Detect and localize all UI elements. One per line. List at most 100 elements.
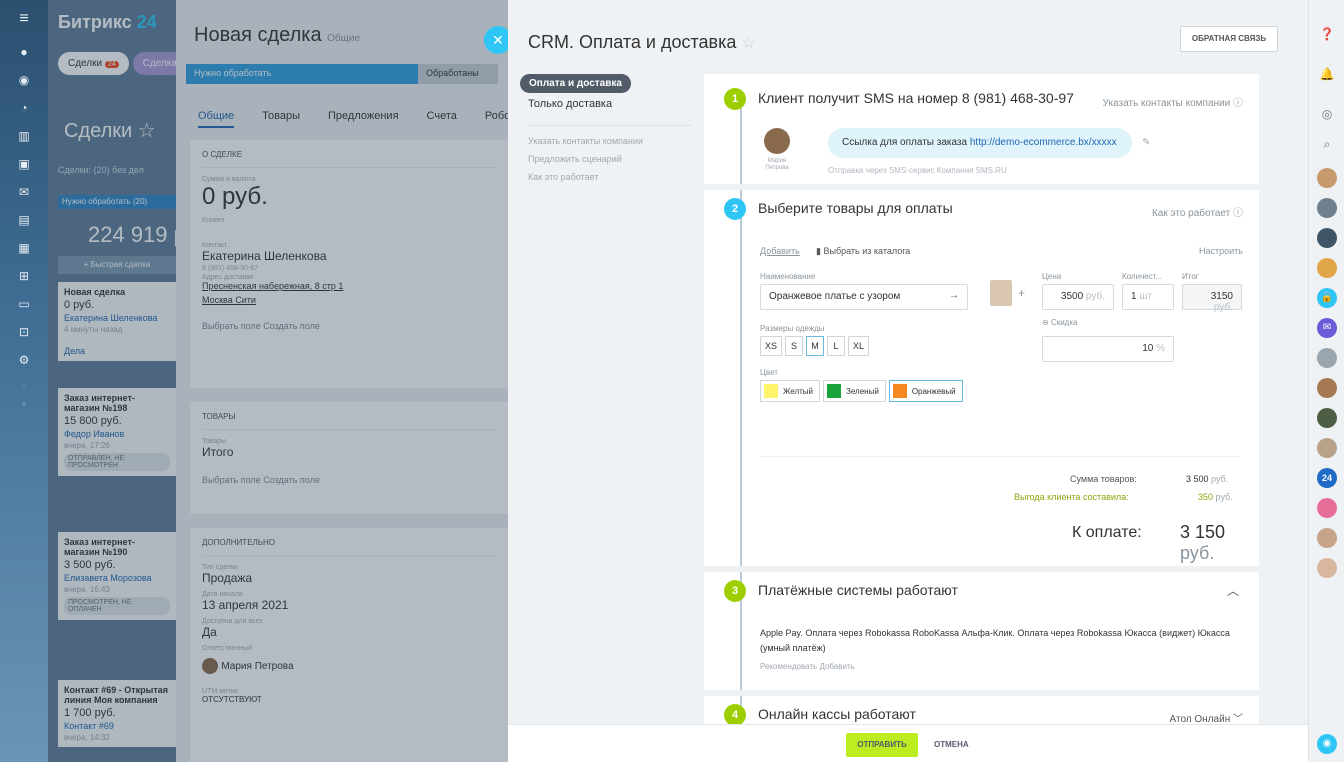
cancel-button[interactable]: ОТМЕНА <box>934 733 969 757</box>
settings-icon[interactable]: ◉ <box>0 66 48 94</box>
notifications-icon[interactable]: 🔔 <box>1317 64 1337 84</box>
quantity-field[interactable]: 1 шт <box>1122 284 1174 310</box>
kanban-filter[interactable]: Сделки: (20) без дел <box>58 165 144 175</box>
discount-toggle[interactable]: ⊖ Скидка <box>1042 318 1077 327</box>
avatar[interactable] <box>1317 378 1337 398</box>
star-icon[interactable]: ☆ <box>741 35 755 52</box>
help-icon[interactable]: ❓ <box>1317 24 1337 44</box>
feedback-button[interactable]: ОБРАТНАЯ СВЯЗЬ <box>1180 26 1278 52</box>
cart-icon[interactable]: ⊞ <box>0 262 48 290</box>
chat-icon[interactable]: ◎ <box>1317 104 1337 124</box>
product-name-field[interactable]: Оранжевое платье с узором → <box>760 284 968 310</box>
step-2-marker: 2 <box>724 198 746 220</box>
color-option-selected[interactable]: Оранжевый <box>888 380 963 402</box>
size-options: XS S M L XL <box>760 336 870 356</box>
pipeline-stage[interactable]: Нужно обработать <box>186 64 418 84</box>
kanban-card[interactable]: Заказ интернет-магазин №190 3 500 руб. Е… <box>58 532 176 620</box>
tab-deals[interactable]: Сделки 24 <box>58 52 129 75</box>
avatar[interactable] <box>1317 558 1337 578</box>
quick-add-button[interactable]: + Быстрая сделка <box>58 256 176 274</box>
how-it-works-link[interactable]: Как это работает ⓘ <box>1152 204 1243 219</box>
more-icon[interactable]: ⋮ <box>0 374 48 394</box>
benefit-value: 350 руб. <box>1198 492 1233 502</box>
sms-bubble: Ссылка для оплаты заказа http://demo-eco… <box>828 128 1132 158</box>
chart-icon[interactable]: ▥ <box>0 122 48 150</box>
size-option[interactable]: S <box>785 336 804 356</box>
settings-link[interactable]: Настроить <box>1199 246 1243 256</box>
avatar <box>764 128 790 154</box>
menu-item-how-it-works[interactable]: Как это работает <box>520 168 700 186</box>
sms-provider-note[interactable]: Отправка через SMS-сервис Компания SMS.R… <box>828 166 1007 175</box>
kanban-stage[interactable]: Нужно обработать (20) <box>58 195 176 209</box>
gear-icon[interactable]: ⚙ <box>0 346 48 374</box>
avatar[interactable] <box>1317 528 1337 548</box>
arrow-right-icon[interactable]: → <box>949 290 959 301</box>
tab-invoices[interactable]: Счета <box>427 110 457 128</box>
lock-icon[interactable]: 🔒 <box>1317 288 1337 308</box>
avatar[interactable] <box>1317 438 1337 458</box>
apps-icon[interactable]: ⊡ <box>0 318 48 346</box>
color-option[interactable]: Зеленый <box>823 380 886 402</box>
pencil-icon[interactable]: ✎ <box>1142 137 1150 148</box>
catalog-link[interactable]: ▮ Выбрать из каталога <box>816 246 910 257</box>
menu-item-company-contacts[interactable]: Указать контакты компании <box>520 132 700 150</box>
price-field[interactable]: 3500 руб. <box>1042 284 1114 310</box>
deal-about-block: О СДЕЛКЕ Сумма и валюта 0 руб. Клиент Ко… <box>190 140 508 388</box>
menu-icon[interactable]: ≡ <box>0 0 48 38</box>
field-links[interactable]: Выбрать поле Создать поле <box>202 321 496 331</box>
plus-icon[interactable]: + <box>0 394 48 414</box>
product-thumbnail[interactable] <box>990 280 1012 306</box>
timeline-line <box>740 102 742 724</box>
slider-menu: Оплата и доставка Только доставка Указат… <box>520 74 700 186</box>
pipeline-stage[interactable]: Обработаны <box>418 64 498 84</box>
discount-field[interactable]: 10 % <box>1042 336 1174 362</box>
deal-tabs: Общие Товары Предложения Счета Роботы <box>198 110 523 128</box>
size-option[interactable]: XL <box>848 336 870 356</box>
cashbox-select[interactable]: Атол Онлайн ﹀ <box>1170 710 1243 724</box>
calendar-icon[interactable]: ▣ <box>0 150 48 178</box>
tab-goods[interactable]: Товары <box>262 110 300 128</box>
tab-offers[interactable]: Предложения <box>328 110 399 128</box>
payment-link[interactable]: http://demo-ecommerce.bx/xxxxx <box>970 137 1117 148</box>
kanban-card[interactable]: Заказ интернет-магазин №198 15 800 руб. … <box>58 388 176 476</box>
clock-icon[interactable]: ◔ <box>0 94 48 122</box>
step-1-title: Клиент получит SMS на номер 8 (981) 468-… <box>758 90 1074 106</box>
message-icon[interactable]: ✉ <box>1317 318 1337 338</box>
open-chat-icon[interactable]: ◉ <box>1317 734 1337 754</box>
shop-icon[interactable]: ▦ <box>0 234 48 262</box>
kanban-card[interactable]: Контакт #69 - Открытая линия Моя компани… <box>58 680 176 747</box>
search-icon[interactable]: ⌕ <box>1317 134 1337 154</box>
add-product-link[interactable]: Добавить <box>760 246 800 256</box>
deals-counter-badge: 24 <box>104 61 119 68</box>
mail-icon[interactable]: ✉ <box>0 178 48 206</box>
chevron-up-icon[interactable]: ︿ <box>1227 582 1239 599</box>
avatar[interactable] <box>1317 198 1337 218</box>
bitrix24-icon[interactable]: 24 <box>1317 468 1337 488</box>
monitor-icon[interactable]: ▭ <box>0 290 48 318</box>
avatar[interactable] <box>1317 408 1337 428</box>
size-option-selected[interactable]: M <box>806 336 825 356</box>
company-contacts-link[interactable]: Указать контакты компании ⓘ <box>1103 94 1243 109</box>
payment-actions[interactable]: Рекомендовать Добавить <box>760 662 855 671</box>
avatar[interactable] <box>1317 258 1337 278</box>
to-pay-value: 3 150 руб. <box>1180 522 1226 563</box>
avatar-icon[interactable]: ● <box>0 38 48 66</box>
menu-item-delivery-only[interactable]: Только доставка <box>520 93 700 115</box>
briefcase-icon[interactable]: ▤ <box>0 206 48 234</box>
avatar[interactable] <box>1317 228 1337 248</box>
avatar[interactable] <box>1317 168 1337 188</box>
send-button[interactable]: ОТПРАВИТЬ <box>846 733 918 757</box>
tab-general[interactable]: Общие <box>198 110 235 128</box>
contact-name[interactable]: Екатерина Шеленкова <box>202 249 496 263</box>
avatar[interactable] <box>1317 498 1337 518</box>
responsible-user[interactable]: Мария Петрова <box>202 658 496 674</box>
size-option[interactable]: XS <box>760 336 783 356</box>
avatar[interactable] <box>1317 348 1337 368</box>
kanban-card[interactable]: Новая сделка 0 руб. Екатерина Шеленкова … <box>58 282 176 361</box>
brand-logo: Битрикс 24 <box>58 12 157 32</box>
color-option[interactable]: Желтый <box>760 380 821 402</box>
size-option[interactable]: L <box>827 336 846 356</box>
menu-item-payment-delivery[interactable]: Оплата и доставка <box>520 74 631 93</box>
add-image-icon[interactable]: + <box>1018 286 1025 300</box>
menu-item-suggest-scenario[interactable]: Предложить сценарий <box>520 150 700 168</box>
